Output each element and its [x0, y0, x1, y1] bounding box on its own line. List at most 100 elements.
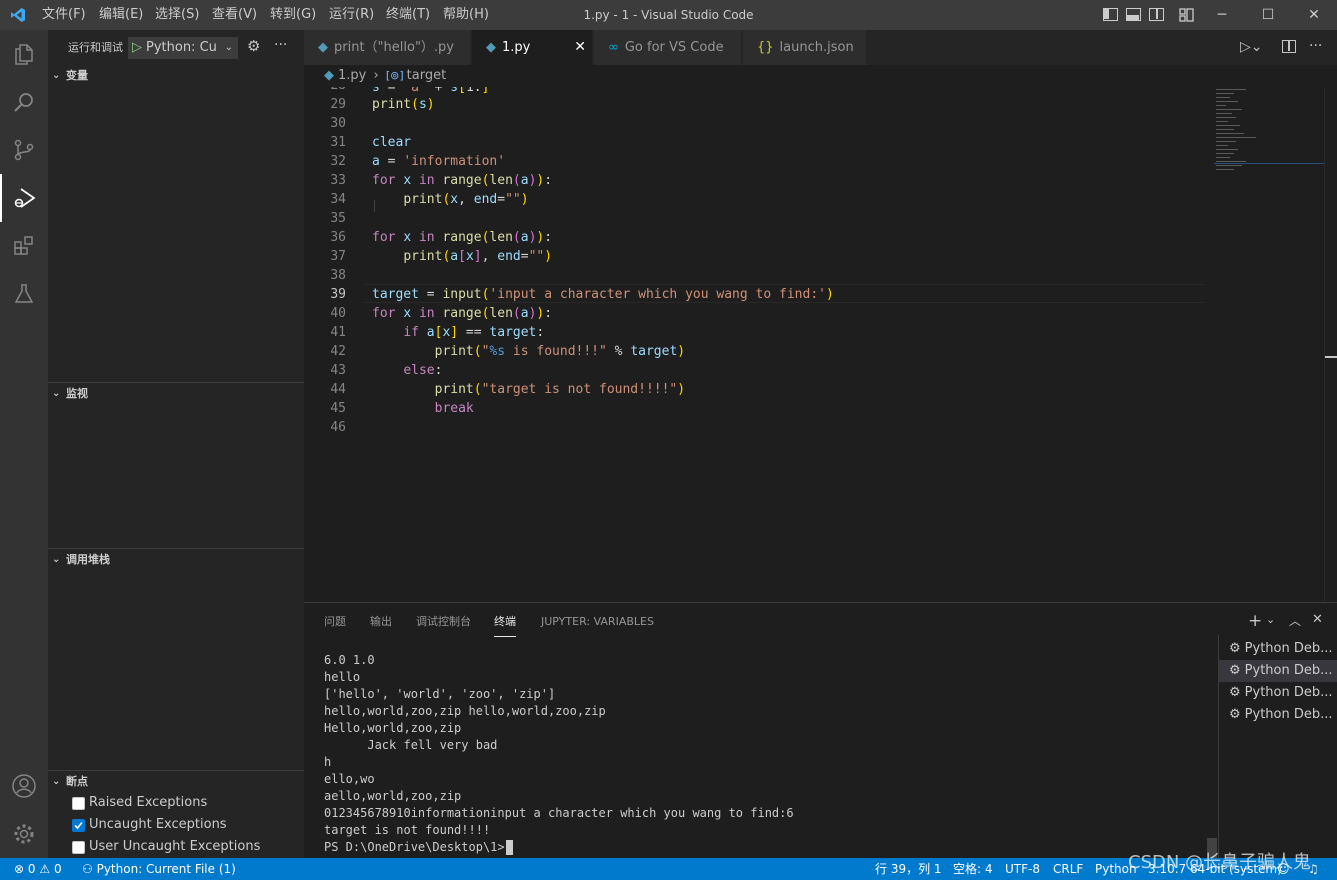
run-debug-icon[interactable]: [0, 174, 48, 222]
line-number: 34: [330, 192, 346, 207]
python-file-icon: ◆: [324, 68, 334, 83]
terminal-line: target is not found!!!!: [324, 823, 491, 837]
terminal-dropdown-icon[interactable]: ⌄: [1266, 613, 1275, 626]
breakpoint-checkbox[interactable]: [72, 796, 85, 810]
tab-launch-json[interactable]: {} launch.json: [743, 30, 867, 65]
tab-1-py[interactable]: ◆ 1.py ✕: [472, 30, 593, 65]
open-launch-json-gear-icon[interactable]: ⚙: [247, 37, 260, 55]
testing-icon[interactable]: [0, 270, 48, 318]
customize-layout-icon[interactable]: [1179, 8, 1194, 22]
terminal-list-item[interactable]: ⚙ Python Deb...: [1219, 660, 1337, 682]
line-number: 29: [330, 97, 346, 112]
search-icon[interactable]: [0, 78, 48, 126]
terminal-name: Python Deb...: [1244, 685, 1333, 700]
line-number: 41: [330, 325, 346, 340]
tab-print-hello-py[interactable]: ◆ print（"hello"）.py: [304, 30, 471, 65]
code-line: for x in range(len(a)):: [372, 306, 553, 321]
editor-scrollbar[interactable]: [1324, 87, 1337, 602]
tab-label: launch.json: [779, 40, 854, 55]
breakpoint-user-uncaught-exceptions[interactable]: User Uncaught Exceptions: [72, 836, 260, 858]
line-number: 32: [330, 154, 346, 169]
editor-more-actions-icon[interactable]: ···: [1309, 38, 1322, 54]
debug-status[interactable]: ⚇ Python: Current File (1): [82, 858, 236, 880]
terminal-list-item[interactable]: ⚙ Python Deb...: [1219, 704, 1337, 726]
tab-jupyter-variables[interactable]: JUPYTER: VARIABLES: [541, 615, 654, 637]
close-panel-icon[interactable]: ✕: [1312, 612, 1323, 627]
terminal-line: hello,world,zoo,zip hello,world,zoo,zip: [324, 704, 606, 718]
run-python-file-icon[interactable]: ▷⌄: [1240, 39, 1263, 55]
breadcrumb-file[interactable]: 1.py: [338, 68, 366, 83]
start-debug-icon[interactable]: ▷: [129, 40, 146, 55]
breakpoint-label: Raised Exceptions: [89, 795, 208, 810]
minimap-content: [1214, 89, 1324, 170]
menu-go[interactable]: 转到(G): [266, 0, 320, 30]
menu-help[interactable]: 帮助(H): [439, 0, 493, 30]
menu-view[interactable]: 查看(V): [208, 0, 261, 30]
sidebar-title: 运行和调试: [68, 41, 123, 54]
error-count: 0: [27, 862, 36, 876]
debug-bug-icon: ⚙: [1229, 641, 1241, 656]
minimize-button[interactable]: ─: [1199, 0, 1245, 30]
line-number: 38: [330, 268, 346, 283]
cursor-position[interactable]: 行 39，列 1: [875, 858, 942, 880]
menu-run[interactable]: 运行(R): [325, 0, 378, 30]
toggle-panel-icon[interactable]: [1126, 8, 1141, 21]
tab-label: Go for VS Code: [624, 40, 724, 55]
chevron-down-icon: ⌄: [52, 554, 61, 565]
source-control-icon[interactable]: [0, 126, 48, 174]
debug-config-select[interactable]: ▷ Python: Cu ⌄: [128, 37, 238, 59]
line-number: 42: [330, 344, 346, 359]
explorer-icon[interactable]: [0, 30, 48, 78]
breakpoint-raised-exceptions[interactable]: Raised Exceptions: [72, 792, 207, 814]
terminal-line: Jack fell very bad: [324, 738, 498, 752]
breadcrumb-symbol[interactable]: target: [407, 68, 447, 83]
breakpoints-section-header[interactable]: ⌄ 断点: [48, 771, 304, 793]
minimap[interactable]: [1210, 87, 1325, 602]
close-window-button[interactable]: ✕: [1291, 0, 1337, 30]
tab-output[interactable]: 输出: [370, 615, 392, 637]
code-line: clear: [372, 135, 412, 150]
problems-status[interactable]: ⊗ 0 ⚠ 0: [14, 858, 62, 880]
tab-problems[interactable]: 问题: [324, 615, 346, 637]
vscode-logo-icon: [10, 7, 26, 27]
debug-icon: ⚇: [82, 862, 93, 876]
new-terminal-icon[interactable]: +: [1248, 611, 1262, 631]
tab-go-for-vscode[interactable]: ∞ Go for VS Code: [594, 30, 742, 65]
line-number: 43: [330, 363, 346, 378]
breakpoint-checkbox[interactable]: [72, 818, 85, 832]
maximize-button[interactable]: ☐: [1245, 0, 1291, 30]
chevron-down-icon: ⌄: [224, 42, 233, 53]
watch-section-header[interactable]: ⌄ 监视: [48, 383, 304, 405]
terminal-output[interactable]: 6.0 1.0 hello ['hello', 'world', 'zoo', 'z…: [304, 652, 1218, 858]
menu-edit[interactable]: 编辑(E): [95, 0, 147, 30]
tab-debug-console[interactable]: 调试控制台: [416, 615, 471, 637]
tab-terminal[interactable]: 终端: [494, 615, 516, 637]
terminal-list-item[interactable]: ⚙ Python Deb...: [1219, 682, 1337, 704]
title-bar: 文件(F) 编辑(E) 选择(S) 查看(V) 转到(G) 运行(R) 终端(T…: [0, 0, 1337, 30]
breakpoint-label: Uncaught Exceptions: [89, 817, 227, 832]
callstack-section-header[interactable]: ⌄ 调用堆栈: [48, 549, 304, 571]
toggle-primary-sidebar-icon[interactable]: [1103, 8, 1118, 21]
toggle-secondary-sidebar-icon[interactable]: [1149, 8, 1164, 21]
breakpoint-checkbox[interactable]: [72, 840, 85, 854]
indentation[interactable]: 空格: 4: [953, 858, 993, 880]
more-actions-icon[interactable]: ···: [274, 37, 287, 53]
extensions-icon[interactable]: [0, 222, 48, 270]
split-editor-icon[interactable]: [1282, 40, 1296, 53]
line-ending[interactable]: CRLF: [1053, 858, 1083, 880]
close-tab-icon[interactable]: ✕: [574, 30, 586, 65]
terminal-line: aello,world,zoo,zip: [324, 789, 462, 803]
manage-gear-icon[interactable]: [0, 810, 48, 858]
account-icon[interactable]: [0, 762, 48, 810]
encoding[interactable]: UTF-8: [1005, 858, 1040, 880]
line-number: 37: [330, 249, 346, 264]
menu-selection[interactable]: 选择(S): [151, 0, 203, 30]
menu-file[interactable]: 文件(F): [38, 0, 90, 30]
menu-terminal[interactable]: 终端(T): [382, 0, 434, 30]
terminal-name: Python Deb...: [1244, 663, 1333, 678]
breakpoint-uncaught-exceptions[interactable]: Uncaught Exceptions: [72, 814, 227, 836]
variables-section-header[interactable]: ⌄ 变量: [48, 65, 304, 87]
code-editor[interactable]: 28293031323334353637383940414243444546 s…: [304, 87, 1337, 602]
terminal-list-item[interactable]: ⚙ Python Deb...: [1219, 638, 1337, 660]
maximize-panel-icon[interactable]: ︿: [1289, 612, 1301, 629]
